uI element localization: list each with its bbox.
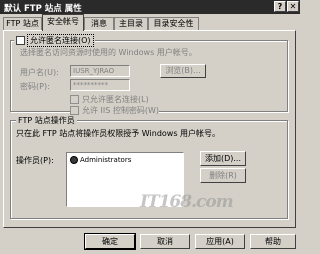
browse-button[interactable]: 浏览(B)... (160, 64, 206, 78)
username-input[interactable]: IUSR_YJRAO (70, 65, 130, 77)
help-button[interactable]: 帮助 (250, 234, 296, 249)
tab-home-directory[interactable]: 主目录 (114, 17, 148, 30)
operators-group-title: FTP 站点操作员 (16, 115, 77, 126)
password-input[interactable]: ********** (70, 79, 130, 91)
password-label: 密码(P): (20, 82, 50, 91)
anonymous-checkbox-label: 允许匿名连接(O) (27, 33, 94, 47)
iis-control-checkbox[interactable] (70, 106, 79, 115)
iis-control-label: 允许 IIS 控制密码(W) (82, 106, 160, 115)
title-bar: 默认 FTP 站点 属性 ? ✕ (0, 0, 300, 14)
window-title: 默认 FTP 站点 属性 (4, 4, 82, 14)
anonymous-description: 选择匿名访问资源时使用的 Windows 用户帐号。 (20, 48, 197, 57)
list-item[interactable]: Administrators (70, 156, 131, 164)
watermark-logo: IT168.com (140, 192, 234, 212)
add-operator-button[interactable]: 添加(D)... (200, 151, 246, 166)
tab-ftp-site[interactable]: FTP 站点 (3, 17, 42, 30)
user-group-icon (70, 156, 78, 164)
username-label: 用户名(U): (20, 68, 59, 77)
apply-button[interactable]: 应用(A) (195, 234, 245, 249)
list-item-label: Administrators (80, 156, 132, 164)
anonymous-checkbox[interactable] (16, 35, 25, 45)
remove-operator-button[interactable]: 删除(R) (200, 168, 246, 183)
tab-directory-security[interactable]: 目录安全性 (148, 17, 199, 30)
cancel-button[interactable]: 取消 (140, 234, 190, 249)
iis-control-row[interactable]: 允许 IIS 控制密码(W) (70, 105, 160, 116)
tab-security-accounts[interactable]: 安全帐号 (42, 14, 84, 31)
close-icon[interactable]: ✕ (287, 1, 299, 12)
ok-button[interactable]: 确定 (84, 233, 136, 250)
operators-label: 操作员(P): (16, 156, 54, 165)
only-anonymous-row[interactable]: 只允许匿名连接(L) (70, 94, 149, 105)
only-anonymous-checkbox[interactable] (70, 95, 79, 104)
operators-description: 只在此 FTP 站点将操作员权限授予 Windows 用户帐号。 (16, 129, 221, 138)
tab-messages[interactable]: 消息 (84, 17, 114, 30)
only-anonymous-label: 只允许匿名连接(L) (82, 95, 149, 104)
anonymous-checkbox-row[interactable]: 允许匿名连接(O) (14, 33, 95, 47)
help-icon[interactable]: ? (274, 1, 286, 12)
